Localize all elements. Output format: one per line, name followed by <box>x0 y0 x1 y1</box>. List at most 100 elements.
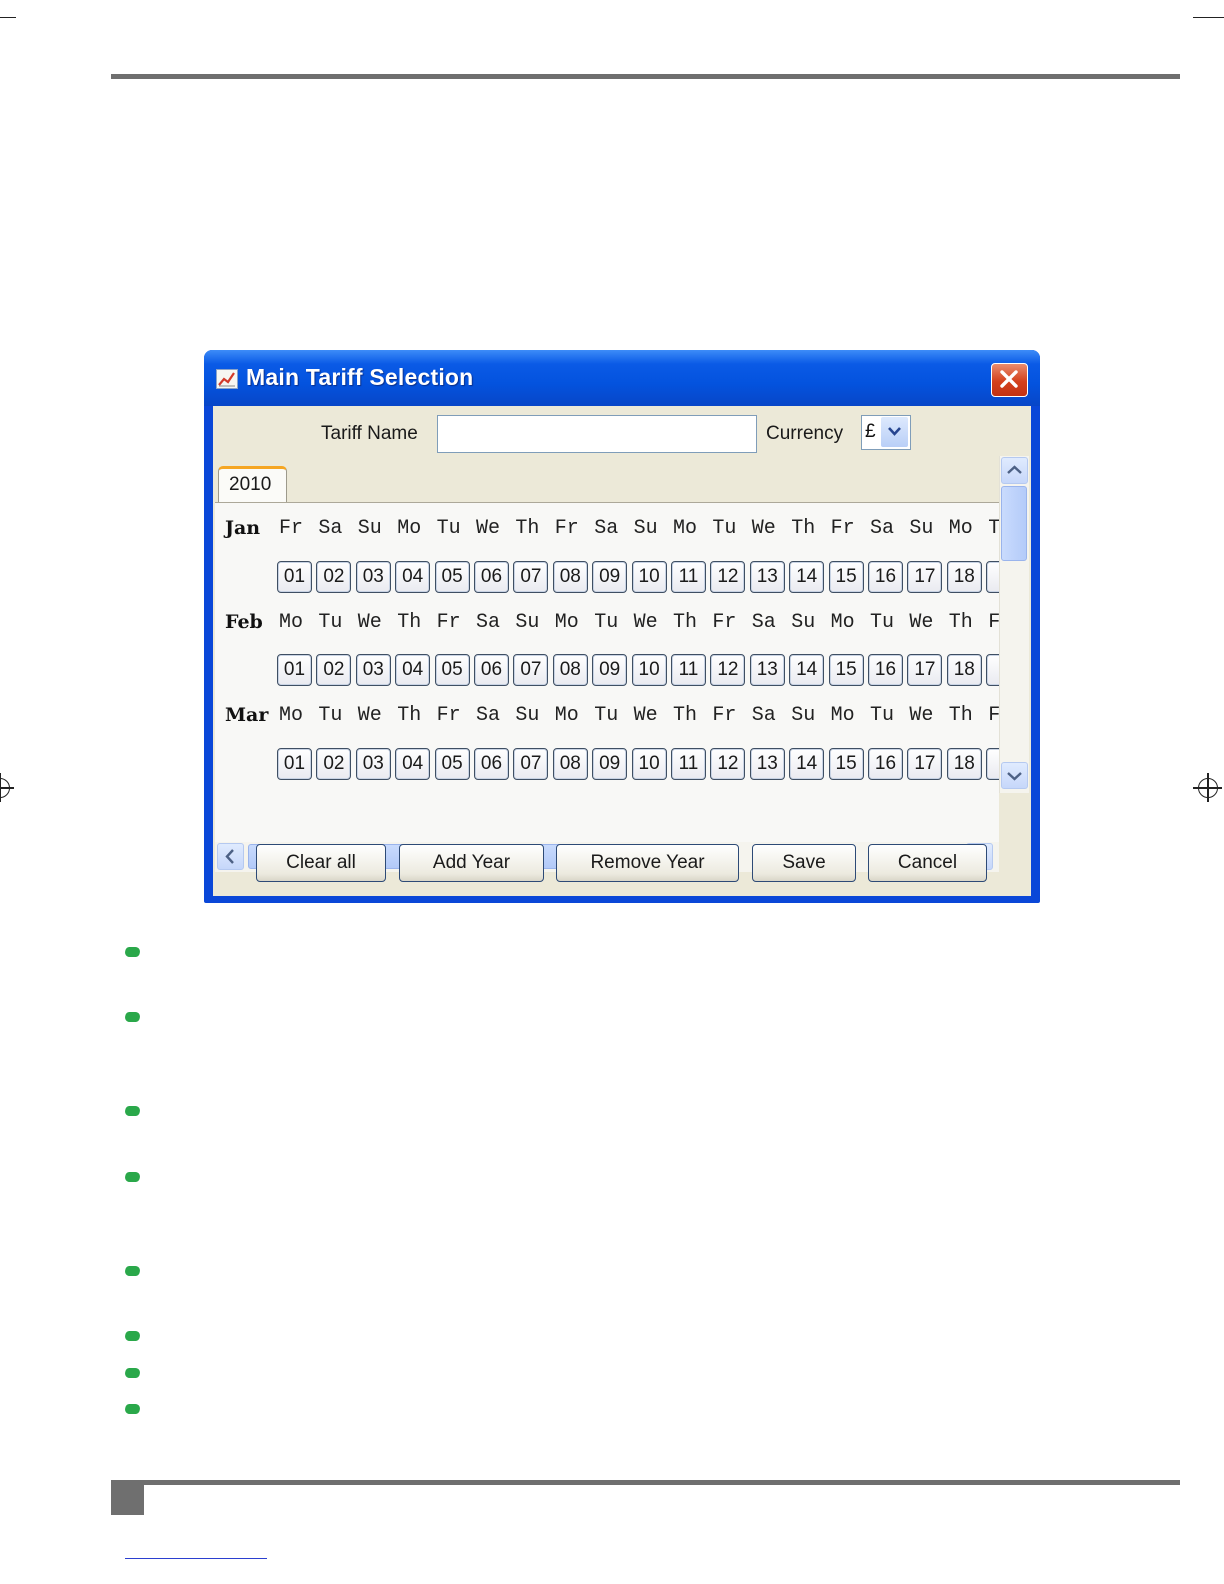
day-toggle-button[interactable]: 12 <box>710 561 746 593</box>
day-toggle-button[interactable]: 13 <box>749 748 785 780</box>
day-toggle-button[interactable]: 1 <box>986 654 999 686</box>
weekday-label: Fr <box>279 517 304 540</box>
day-toggle-button[interactable]: 01 <box>277 561 312 593</box>
day-toggle-button[interactable]: 10 <box>631 748 667 780</box>
day-toggle-button[interactable]: 18 <box>946 561 982 593</box>
day-toggle-button[interactable]: 16 <box>868 654 903 686</box>
title-bar[interactable]: Main Tariff Selection <box>204 350 1040 406</box>
day-toggle-button[interactable]: 16 <box>868 561 903 593</box>
weekday-label: We <box>357 704 382 727</box>
day-toggle-button[interactable]: 07 <box>513 748 549 780</box>
bullet-icon <box>123 1106 142 1116</box>
day-toggle-button[interactable]: 18 <box>946 748 982 780</box>
weekday-label: Mo <box>279 611 304 634</box>
tab-2010[interactable]: 2010 <box>218 466 287 502</box>
day-toggle-button[interactable]: 11 <box>671 561 706 593</box>
day-toggle-button[interactable]: 02 <box>316 561 352 593</box>
vertical-scroll-thumb[interactable] <box>1001 486 1027 561</box>
day-toggle-button[interactable]: 03 <box>355 654 391 686</box>
day-toggle-button[interactable]: 06 <box>474 748 509 780</box>
add-year-button[interactable]: Add Year <box>399 844 544 882</box>
day-toggle-button[interactable]: 07 <box>513 561 549 593</box>
crop-mark <box>1193 17 1224 18</box>
weekday-label: Sa <box>594 517 619 540</box>
close-button[interactable] <box>991 363 1028 397</box>
day-toggle-button[interactable]: 11 <box>671 654 706 686</box>
day-toggle-button[interactable]: 12 <box>710 654 746 686</box>
weekday-label: Fr <box>712 704 737 727</box>
day-toggle-button[interactable]: 04 <box>395 654 431 686</box>
day-toggle-button[interactable]: 04 <box>395 748 431 780</box>
day-toggle-button[interactable]: 05 <box>434 654 470 686</box>
chevron-left-icon <box>225 849 234 864</box>
day-toggle-button[interactable]: 18 <box>946 654 982 686</box>
weekday-label: Tu <box>318 611 343 634</box>
day-toggle-button[interactable]: 03 <box>355 748 391 780</box>
day-toggle-button[interactable]: 14 <box>789 748 825 780</box>
registration-mark-icon <box>0 773 14 802</box>
day-toggle-button[interactable]: 02 <box>316 748 352 780</box>
day-toggle-button[interactable]: 08 <box>552 748 588 780</box>
day-toggle-button[interactable]: 16 <box>868 748 903 780</box>
day-toggle-button[interactable]: 11 <box>671 748 706 780</box>
remove-year-button[interactable]: Remove Year <box>556 844 739 882</box>
day-toggle-button[interactable]: 08 <box>552 654 588 686</box>
weekday-label: Th <box>673 611 698 634</box>
day-toggle-button[interactable]: 14 <box>789 561 825 593</box>
day-toggle-button[interactable]: 13 <box>749 654 785 686</box>
scroll-up-button[interactable] <box>1001 457 1028 484</box>
clear-all-button[interactable]: Clear all <box>256 844 386 882</box>
vertical-scrollbar[interactable] <box>999 456 1029 793</box>
day-toggle-button[interactable]: 15 <box>828 748 864 780</box>
day-toggle-button[interactable]: 12 <box>710 748 746 780</box>
weekday-label: Mo <box>830 611 855 634</box>
day-toggle-button[interactable]: 09 <box>592 748 628 780</box>
bullet-icon <box>123 1404 142 1414</box>
day-toggle-button[interactable]: 1 <box>986 561 999 593</box>
weekday-label: Mo <box>673 517 698 540</box>
tariff-name-input[interactable] <box>437 415 757 453</box>
day-toggle-button[interactable]: 08 <box>552 561 588 593</box>
chart-icon <box>216 369 238 389</box>
weekday-label: Mo <box>554 704 579 727</box>
scroll-down-button[interactable] <box>1001 762 1028 789</box>
day-toggle-button[interactable]: 1 <box>986 748 999 780</box>
day-toggle-button[interactable]: 01 <box>277 748 312 780</box>
day-toggle-button[interactable]: 09 <box>592 654 628 686</box>
weekday-label: F <box>988 704 999 727</box>
day-toggle-button[interactable]: 06 <box>474 561 509 593</box>
currency-dropdown-button[interactable] <box>881 417 908 447</box>
scroll-left-button[interactable] <box>217 843 244 870</box>
year-tabbed-pane: 2010 Jan Fr Sa Su Mo Tu We Th Fr Sa Su Mo Tu We Th Fr Sa… <box>213 456 1031 872</box>
day-toggle-button[interactable]: 06 <box>474 654 509 686</box>
day-toggle-button[interactable]: 07 <box>513 654 549 686</box>
weekday-label: Fr <box>554 517 579 540</box>
day-toggle-button[interactable]: 04 <box>395 561 431 593</box>
day-toggle-button[interactable]: 03 <box>355 561 391 593</box>
currency-select[interactable]: £ <box>861 415 911 450</box>
weekday-label: Su <box>515 704 540 727</box>
bullet-icon <box>123 947 142 957</box>
day-toggle-button[interactable]: 01 <box>277 654 312 686</box>
weekday-label: Su <box>791 704 816 727</box>
cancel-button[interactable]: Cancel <box>868 844 987 882</box>
day-toggle-button[interactable]: 09 <box>592 561 628 593</box>
page-number-block <box>111 1485 144 1515</box>
day-toggle-button[interactable]: 15 <box>828 654 864 686</box>
month-label: Jan <box>225 517 261 539</box>
weekday-label: We <box>633 704 658 727</box>
day-toggle-button[interactable]: 17 <box>907 654 943 686</box>
day-toggle-button[interactable]: 17 <box>907 748 943 780</box>
day-toggle-button[interactable]: 05 <box>434 748 470 780</box>
weekday-label: Tu <box>594 704 619 727</box>
day-toggle-button[interactable]: 10 <box>631 654 667 686</box>
day-toggle-button[interactable]: 13 <box>749 561 785 593</box>
window-title: Main Tariff Selection <box>246 364 474 390</box>
day-toggle-button[interactable]: 02 <box>316 654 352 686</box>
save-button[interactable]: Save <box>752 844 856 882</box>
day-toggle-button[interactable]: 14 <box>789 654 825 686</box>
day-toggle-button[interactable]: 17 <box>907 561 943 593</box>
day-toggle-button[interactable]: 15 <box>828 561 864 593</box>
day-toggle-button[interactable]: 05 <box>434 561 470 593</box>
day-toggle-button[interactable]: 10 <box>631 561 667 593</box>
